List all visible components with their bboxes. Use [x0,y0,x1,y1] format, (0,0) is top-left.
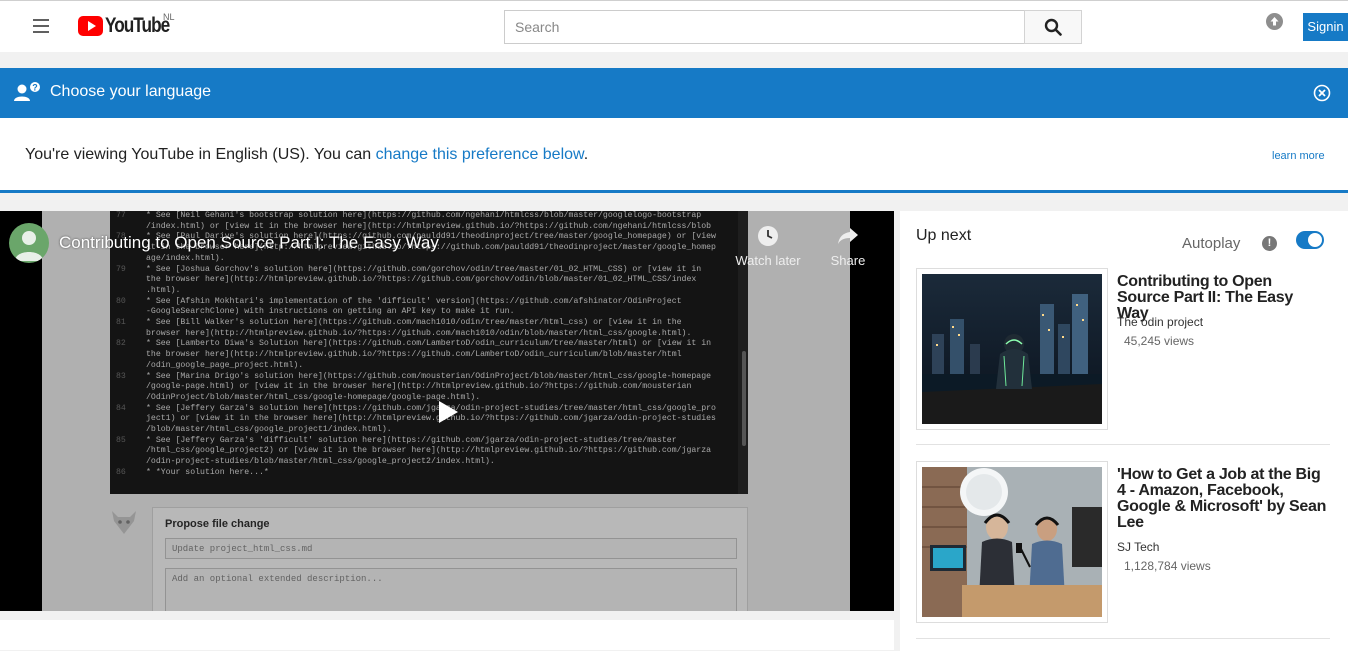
change-preference-link[interactable]: change this preference below [376,146,584,163]
city-night-thumbnail [922,274,1102,424]
signin-button[interactable]: Signin [1303,13,1348,41]
clock-icon [758,226,778,246]
info-icon[interactable]: ! [1262,236,1277,251]
svg-text:?: ? [32,83,38,93]
region-label: NL [163,12,175,22]
recommendation-item[interactable]: 'How to Get a Job at the Big 4 - Amazon,… [916,461,1330,623]
recommendation-channel: SJ Tech [1117,540,1160,554]
video-player[interactable]: 77 * See [Neil Gehani's bootstrap solutio… [0,211,894,611]
channel-avatar[interactable] [9,223,49,263]
video-thumbnail[interactable] [916,268,1108,430]
share-label: Share [830,253,866,268]
avatar-icon [15,231,43,261]
podcast-studio-thumbnail [922,467,1102,617]
share-icon [838,228,858,244]
sidebar: Up next Autoplay ! Contributing to Open … [900,211,1348,651]
video-thumbnail[interactable] [916,461,1108,623]
search-input[interactable] [504,10,1024,44]
language-message: You're viewing YouTube in English (US). … [25,146,588,164]
learn-more-link[interactable]: learn more [1272,150,1325,162]
watch-later-button[interactable]: Watch later [733,223,803,268]
divider [916,444,1330,445]
autoplay-label: Autoplay [1182,235,1241,252]
menu-icon[interactable] [33,19,49,33]
language-message-text: You're viewing YouTube in English (US). … [25,146,376,163]
play-icon[interactable] [436,400,460,424]
language-banner-body: You're viewing YouTube in English (US). … [0,118,1348,193]
recommendation-views: 1,128,784 views [1124,559,1211,573]
language-message-end: . [583,146,589,163]
toggle-knob [1308,233,1322,247]
watch-later-label: Watch later [735,253,801,268]
masthead: YouTube NL Signin [0,0,1348,52]
language-banner-title: Choose your language [50,83,212,100]
recommendation-channel: The odin project [1117,315,1204,329]
recommendation-views: 45,245 views [1124,334,1195,348]
video-title[interactable]: Contributing to Open Source Part I: The … [59,233,439,253]
language-banner: ? Choose your language [0,68,1348,118]
close-icon[interactable] [1313,84,1331,102]
logo-text: YouTube [105,14,170,37]
autoplay-toggle[interactable] [1296,231,1324,249]
search-bar [504,10,1082,44]
search-button[interactable] [1024,10,1082,44]
recommendation-title[interactable]: 'How to Get a Job at the Big 4 - Amazon,… [1117,467,1327,531]
search-icon [1044,18,1062,36]
language-person-icon: ? [14,82,40,101]
recommendation-item[interactable]: Contributing to Open Source Part II: The… [916,268,1330,430]
play-logo-icon [78,16,103,36]
share-button[interactable]: Share [826,223,870,268]
upload-icon[interactable] [1266,13,1283,30]
up-next-heading: Up next [916,227,972,244]
divider [916,638,1330,639]
